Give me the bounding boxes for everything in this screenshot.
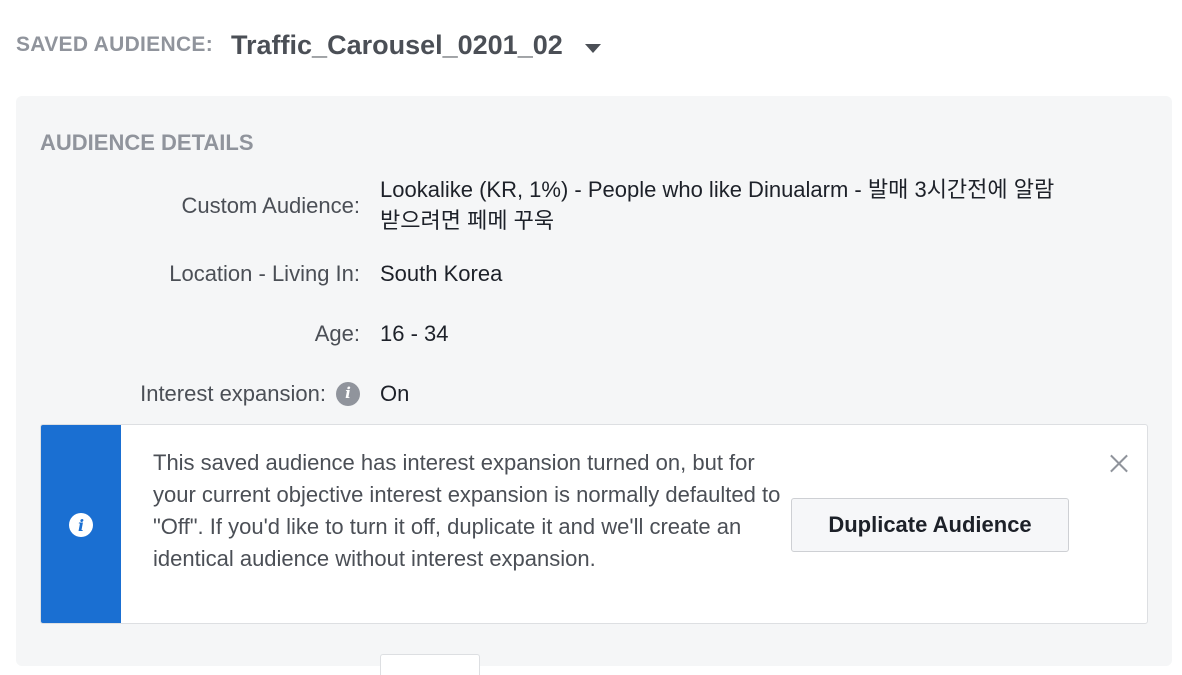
audience-details-panel: AUDIENCE DETAILS Custom Audience: Lookal… xyxy=(16,96,1172,675)
partial-control xyxy=(380,654,480,675)
custom-audience-row: Custom Audience: Lookalike (KR, 1%) - Pe… xyxy=(16,174,1172,236)
audience-name-selector[interactable]: Traffic_Carousel_0201_02 xyxy=(231,30,563,61)
location-value: South Korea xyxy=(380,261,503,286)
info-icon[interactable]: i xyxy=(336,381,360,406)
caret-down-icon[interactable] xyxy=(584,43,601,53)
close-icon[interactable] xyxy=(1107,451,1131,475)
age-value: 16 - 34 xyxy=(380,321,449,346)
age-row: Age: 16 - 34 xyxy=(16,318,1172,349)
info-icon: i xyxy=(69,513,93,537)
duplicate-audience-button[interactable]: Duplicate Audience xyxy=(791,498,1069,552)
interest-expansion-row: Interest expansion: i On xyxy=(16,378,1172,409)
interest-expansion-notice: i This saved audience has interest expan… xyxy=(40,424,1148,624)
notice-message: This saved audience has interest expansi… xyxy=(153,450,781,571)
interest-expansion-value: On xyxy=(380,381,410,406)
section-title: AUDIENCE DETAILS xyxy=(40,130,254,155)
saved-audience-header: SAVED AUDIENCE: Traffic_Carousel_0201_02 xyxy=(16,28,601,62)
custom-audience-label: Custom Audience: xyxy=(181,192,360,218)
custom-audience-value: Lookalike (KR, 1%) - People who like Din… xyxy=(380,177,1055,233)
age-label: Age: xyxy=(314,321,360,346)
location-row: Location - Living In: South Korea xyxy=(16,258,1172,289)
interest-expansion-label: Interest expansion: i xyxy=(16,378,360,409)
saved-audience-label: SAVED AUDIENCE: xyxy=(16,33,214,56)
notice-accent-bar: i xyxy=(41,425,121,623)
location-label: Location - Living In: xyxy=(169,261,360,286)
